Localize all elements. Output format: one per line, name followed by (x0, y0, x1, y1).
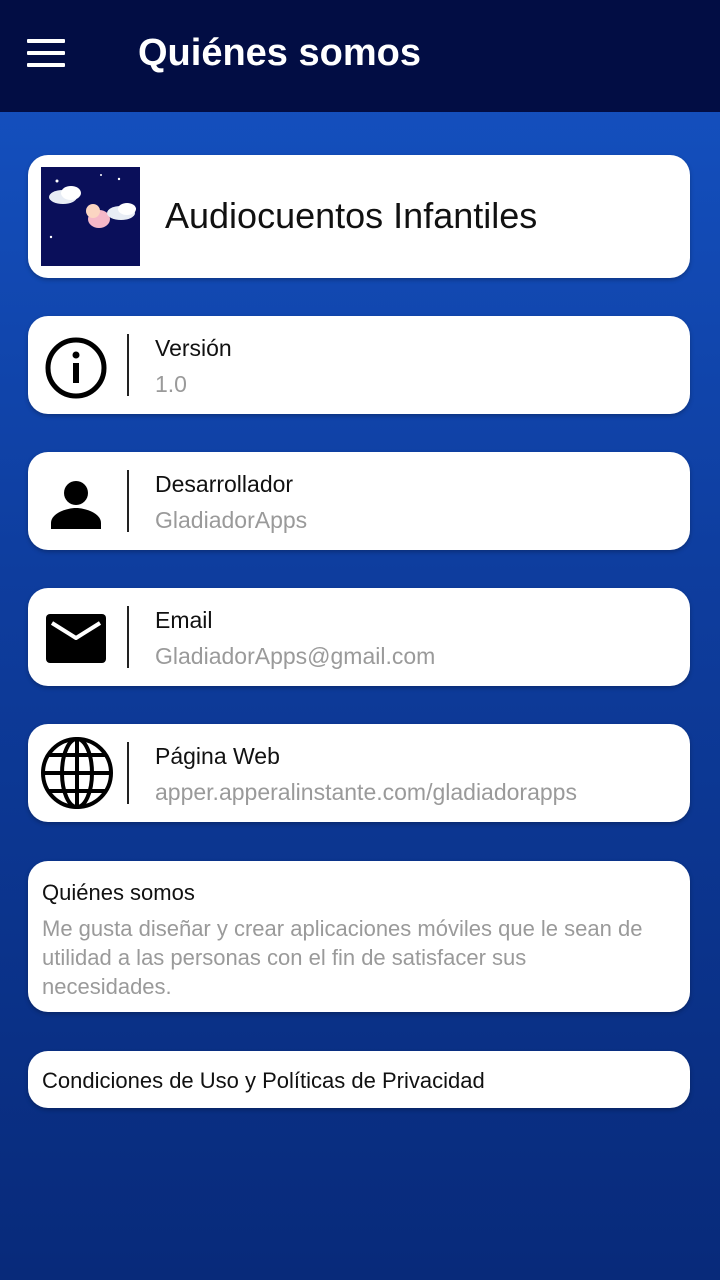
info-value: 1.0 (155, 371, 187, 397)
divider (127, 606, 129, 668)
info-value: GladiadorApps (155, 507, 308, 533)
info-card-email[interactable]: Email GladiadorApps@gmail.com (28, 588, 690, 686)
app-header-card: Audiocuentos Infantiles (28, 155, 690, 278)
app-bar: Quiénes somos (0, 0, 720, 112)
person-icon (43, 469, 109, 535)
about-card: Quiénes somos Me gusta diseñar y crear a… (28, 861, 690, 1012)
page-title: Quiénes somos (138, 32, 421, 74)
divider (127, 334, 129, 396)
info-label: Página Web (155, 743, 280, 769)
app-logo-icon (41, 167, 140, 266)
divider (127, 742, 129, 804)
info-label: Email (155, 607, 213, 633)
info-value: apper.apperalinstante.com/gladiadorapps (155, 779, 577, 805)
info-value: GladiadorApps@gmail.com (155, 643, 436, 669)
info-card-version: Versión 1.0 (28, 316, 690, 414)
divider (127, 470, 129, 532)
globe-icon (39, 735, 115, 811)
terms-label: Condiciones de Uso y Políticas de Privac… (42, 1068, 485, 1093)
about-label: Quiénes somos (42, 880, 195, 905)
about-text: Me gusta diseñar y crear aplicaciones mó… (42, 916, 643, 999)
terms-privacy-button[interactable]: Condiciones de Uso y Políticas de Privac… (28, 1051, 690, 1108)
envelope-icon (43, 605, 109, 671)
info-card-developer: Desarrollador GladiadorApps (28, 452, 690, 550)
info-label: Desarrollador (155, 471, 294, 497)
menu-icon[interactable] (22, 34, 70, 74)
info-circle-icon (43, 333, 109, 399)
info-card-website[interactable]: Página Web apper.apperalinstante.com/gla… (28, 724, 690, 822)
app-name: Audiocuentos Infantiles (165, 195, 538, 236)
info-label: Versión (155, 335, 232, 361)
